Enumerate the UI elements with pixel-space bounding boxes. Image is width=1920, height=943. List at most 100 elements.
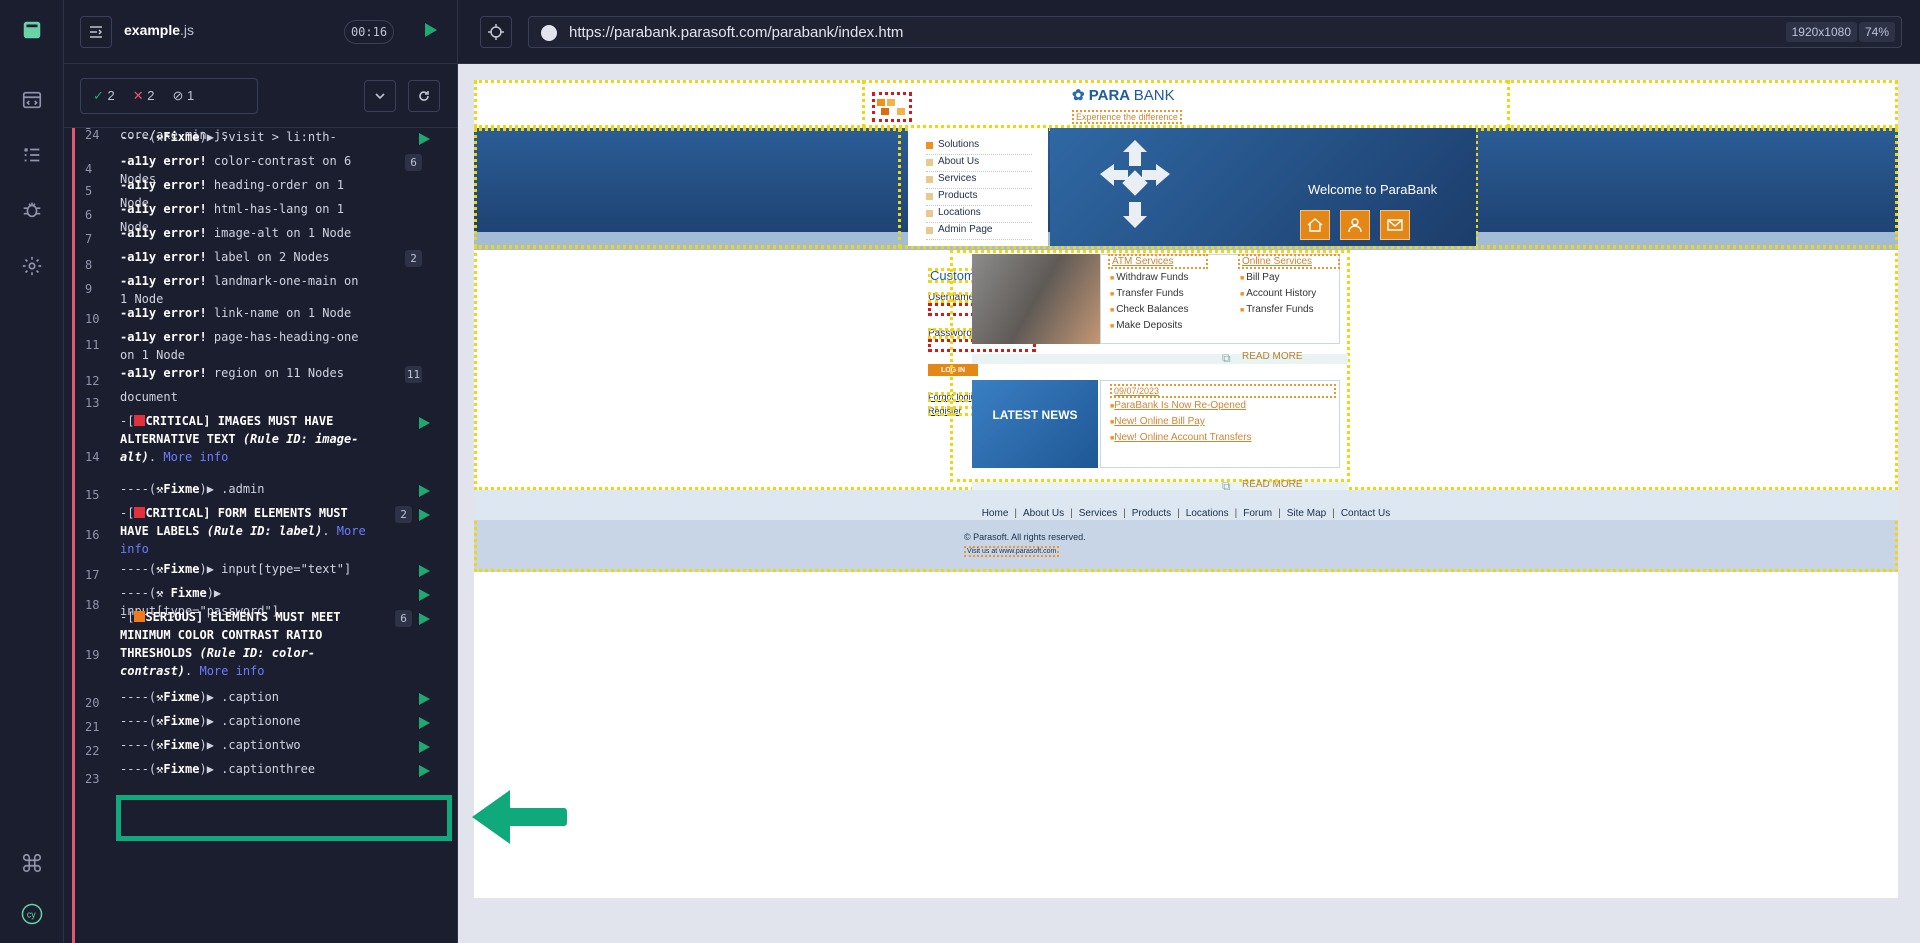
- specs-icon[interactable]: [20, 88, 44, 112]
- footer-link[interactable]: Forum: [1243, 508, 1272, 519]
- aut-iframe: ✿ PARA BANK Experience the difference So…: [474, 80, 1898, 898]
- footer-link[interactable]: Products: [1132, 508, 1171, 519]
- list-item[interactable]: Transfer Funds: [1240, 302, 1316, 318]
- footer-separator: |: [1332, 508, 1335, 519]
- play-icon[interactable]: [417, 612, 431, 626]
- menu-item[interactable]: Solutions: [926, 138, 1032, 155]
- zoom-badge[interactable]: 74%: [1858, 22, 1895, 42]
- viewport-size-badge[interactable]: 1920x1080: [1785, 22, 1857, 42]
- log-line-number: 5: [85, 184, 93, 198]
- stats-bar: ✓ 2 ✕ 2 ⊘ 1: [64, 64, 458, 128]
- menu-item[interactable]: Products: [926, 189, 1032, 206]
- parabank-logo[interactable]: ✿ PARA BANK: [1072, 86, 1175, 104]
- online-services-list: Bill Pay Account History Transfer Funds: [1240, 270, 1316, 318]
- about-icon[interactable]: [1340, 210, 1370, 240]
- log-text: ----(⚒Fixme)▶ .captionthree: [120, 762, 316, 776]
- pending-count: ⊘ 1: [172, 88, 195, 103]
- log-count-badge: 2: [395, 506, 412, 523]
- play-icon[interactable]: [417, 484, 431, 498]
- log-line-number: 21: [85, 720, 100, 734]
- cypress-logo-icon[interactable]: cy: [17, 899, 47, 929]
- atm-services-heading: ATM Services: [1108, 254, 1208, 269]
- arrow-annotation-icon: [472, 790, 567, 844]
- rerun-tests-button[interactable]: [408, 80, 440, 112]
- log-line-number: 9: [85, 282, 93, 296]
- log-text: ----(⚒Fixme)▶ .admin: [120, 482, 265, 496]
- passed-count: ✓ 2: [93, 88, 115, 103]
- url-bar[interactable]: https://parabank.parasoft.com/parabank/i…: [528, 16, 1902, 48]
- list-item[interactable]: Withdraw Funds: [1110, 270, 1188, 286]
- log-text: -[CRITICAL] IMAGES MUST HAVE ALTERNATIVE…: [120, 414, 359, 464]
- menu-item-label: Products: [938, 190, 978, 201]
- list-item[interactable]: ParaBank Is Now Re-Opened: [1110, 398, 1252, 414]
- log-line-number: 12: [85, 374, 100, 388]
- play-icon[interactable]: [417, 588, 431, 602]
- log-line-number: 24: [85, 128, 100, 142]
- log-line-number: 7: [85, 232, 93, 246]
- read-more-icon: ⧉: [1222, 351, 1231, 365]
- left-menu: Solutions About Us Services Products Locatio…: [908, 128, 1048, 246]
- bullet-icon: [926, 176, 933, 183]
- play-icon[interactable]: [417, 508, 431, 522]
- toggle-specs-list-button[interactable]: [80, 16, 112, 48]
- menu-item[interactable]: Admin Page: [926, 223, 1032, 240]
- footer-link[interactable]: Locations: [1186, 508, 1229, 519]
- online-services-heading: Online Services: [1238, 254, 1340, 269]
- test-stats: ✓ 2 ✕ 2 ⊘ 1: [80, 78, 258, 114]
- log-text: -a11y error! link-name on 1 Node: [120, 306, 352, 320]
- log-line-number: 11: [85, 338, 100, 352]
- list-item[interactable]: Make Deposits: [1110, 318, 1188, 334]
- play-icon[interactable]: [417, 416, 431, 430]
- menu-item[interactable]: Services: [926, 172, 1032, 189]
- selector-playground-button[interactable]: [480, 16, 512, 48]
- play-icon[interactable]: [417, 132, 431, 146]
- footer-link[interactable]: Site Map: [1287, 508, 1326, 519]
- expand-collapse-button[interactable]: [364, 80, 396, 112]
- runs-icon[interactable]: [20, 143, 44, 167]
- list-item[interactable]: Account History: [1240, 286, 1316, 302]
- log-text: -[CRITICAL] FORM ELEMENTS MUST HAVE LABE…: [120, 506, 366, 556]
- debug-icon[interactable]: [20, 198, 44, 222]
- footer-link[interactable]: About Us: [1023, 508, 1064, 519]
- footer-link[interactable]: Home: [982, 508, 1009, 519]
- footer-links: Home | About Us | Services | Products | Location…: [474, 508, 1898, 519]
- news-date: 09/07/2023: [1110, 384, 1336, 398]
- admin-logo[interactable]: [872, 92, 912, 122]
- list-item[interactable]: New! Online Bill Pay: [1110, 414, 1252, 430]
- list-item[interactable]: New! Online Account Transfers: [1110, 430, 1251, 446]
- log-text: ----(⚒Fixme)▶ .caption: [120, 690, 279, 704]
- tagline: Experience the difference: [1072, 110, 1182, 124]
- bullet-icon: [926, 210, 933, 217]
- menu-item[interactable]: Locations: [926, 206, 1032, 223]
- footer-separator: |: [1123, 508, 1126, 519]
- log-text: -a11y error! page-has-heading-one on 1 N…: [120, 330, 359, 362]
- visit-link[interactable]: Visit us at www.parasoft.com: [964, 546, 1060, 557]
- bullet-icon: [926, 159, 933, 166]
- log-count-badge: 11: [405, 366, 422, 383]
- play-icon[interactable]: [417, 564, 431, 578]
- keyboard-shortcuts-icon[interactable]: [20, 851, 44, 875]
- home-icon[interactable]: [1300, 210, 1330, 240]
- bullet-icon: [926, 227, 933, 234]
- play-icon[interactable]: [417, 740, 431, 754]
- settings-icon[interactable]: [20, 254, 44, 278]
- menu-item-label: About Us: [938, 156, 980, 167]
- list-item[interactable]: Check Balances: [1110, 302, 1188, 318]
- contact-icon[interactable]: [1380, 210, 1410, 240]
- services-read-more[interactable]: ⧉ READ MORE: [972, 351, 1348, 365]
- list-item[interactable]: Transfer Funds: [1110, 286, 1188, 302]
- list-item[interactable]: Bill Pay: [1240, 270, 1316, 286]
- globe-icon: [541, 25, 557, 41]
- play-icon[interactable]: [417, 716, 431, 730]
- log-line-number: 17: [85, 568, 100, 582]
- copyright: © Parasoft. All rights reserved.: [964, 532, 1086, 542]
- footer-link[interactable]: Contact Us: [1341, 508, 1390, 519]
- cypress-app-icon[interactable]: [20, 18, 44, 42]
- bullet-icon: [926, 193, 933, 200]
- play-icon[interactable]: [417, 764, 431, 778]
- play-icon[interactable]: [417, 692, 431, 706]
- footer-separator: |: [1070, 508, 1073, 519]
- footer-link[interactable]: Services: [1079, 508, 1117, 519]
- menu-item[interactable]: About Us: [926, 155, 1032, 172]
- run-spec-icon[interactable]: [420, 20, 440, 40]
